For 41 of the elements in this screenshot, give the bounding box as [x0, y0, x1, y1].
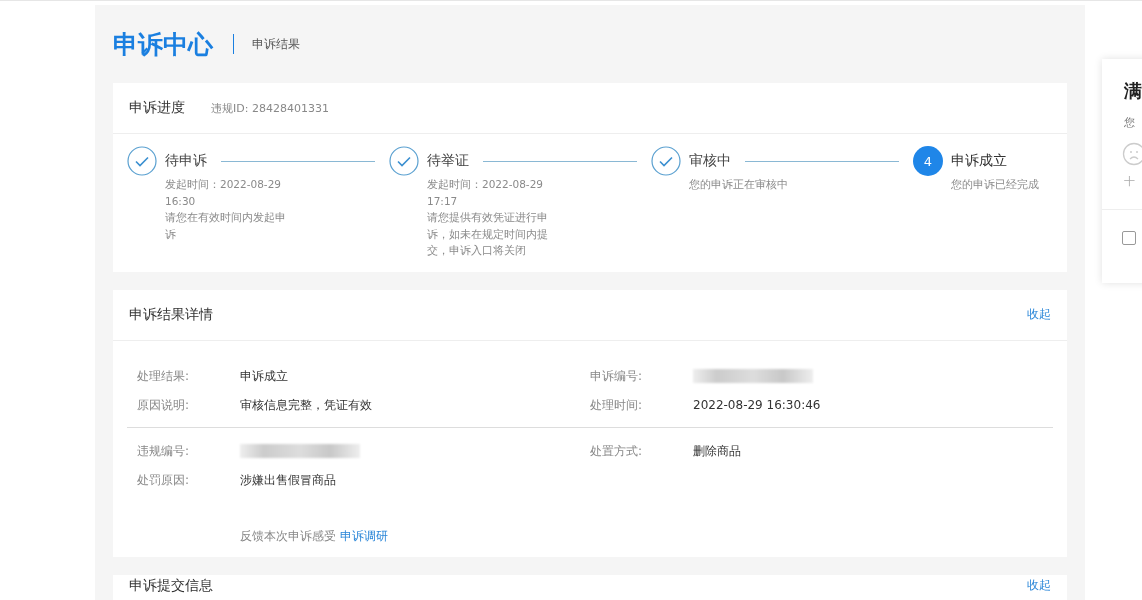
field-value: 涉嫌出售假冒商品 — [240, 471, 336, 489]
option-label: 十 — [1124, 174, 1136, 189]
step-note: 您的申诉已经完成 — [951, 177, 1040, 192]
collapse-link[interactable]: 收起 — [1027, 576, 1051, 594]
step-title: 待举证 — [427, 152, 469, 170]
step-time: 发起时间：2022-08-29 16:30 — [165, 177, 283, 209]
field-label: 申诉编号: — [590, 367, 644, 385]
feedback-text: 反馈本次申诉感受 — [240, 528, 336, 543]
step-number: 4 — [913, 146, 943, 176]
step-title: 审核中 — [689, 152, 731, 170]
field-label: 处罚原因: — [137, 471, 191, 489]
collapse-link[interactable]: 收起 — [1027, 306, 1051, 323]
step-title: 申诉成立 — [951, 152, 1007, 170]
card-title: 申诉进度 — [129, 99, 185, 117]
field-label: 处理时间: — [590, 396, 644, 414]
page-subtitle: 申诉结果 — [252, 35, 300, 53]
step-title: 待申诉 — [165, 152, 207, 170]
field-label: 原因说明: — [137, 396, 191, 414]
field-label: 处理结果: — [137, 367, 191, 385]
field-value: 删除商品 — [693, 442, 741, 460]
checkbox[interactable] — [1122, 231, 1136, 245]
check-circle-icon — [651, 146, 681, 176]
field-label: 违规编号: — [137, 442, 191, 460]
field-value: 2022-08-29 16:30:46 — [693, 398, 821, 412]
check-circle-icon — [127, 146, 157, 176]
panel-title: 满 — [1124, 79, 1142, 103]
field-label: 处置方式: — [590, 442, 644, 460]
page-title: 申诉中心 — [113, 28, 213, 61]
field-value: 申诉成立 — [240, 367, 288, 385]
sad-face-icon[interactable] — [1122, 142, 1142, 166]
step-note: 请您提供有效凭证进行申诉，如未在规定时间内提交，申诉入口将关闭 — [427, 210, 549, 258]
step-note: 您的申诉正在审核中 — [689, 177, 789, 192]
card-title: 申诉结果详情 — [129, 305, 213, 324]
step-time: 发起时间：2022-08-29 17:17 — [427, 177, 545, 209]
violation-id: 违规ID: 28428401331 — [211, 100, 329, 116]
step-note: 请您在有效时间内发起申诉 — [165, 210, 287, 242]
field-value: 审核信息完整，凭证有效 — [240, 396, 372, 414]
panel-question: 您 — [1124, 115, 1136, 130]
card-title: 申诉提交信息 — [129, 576, 213, 595]
check-circle-icon — [389, 146, 419, 176]
survey-link[interactable]: 申诉调研 — [340, 528, 388, 543]
